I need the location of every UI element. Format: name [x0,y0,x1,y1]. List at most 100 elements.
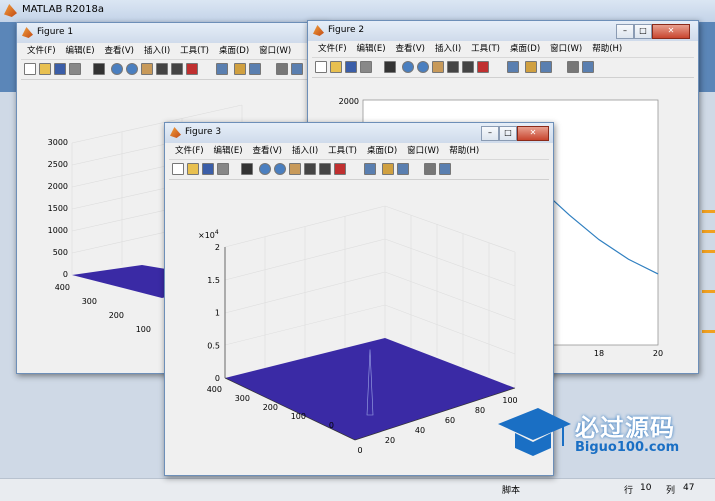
menu-item[interactable]: 工具(T) [180,44,209,59]
figure3-canvas: ×104 0 0.5 1 1.5 2 400 300 200 100 0 0 20 40 60 80 100 [170,180,548,470]
menu-item[interactable]: 工具(T) [328,144,357,159]
matlab-title: MATLAB R2018a [22,4,105,15]
figure3-toolbar [169,160,549,180]
zoom-in-icon[interactable] [111,63,123,75]
menu-item[interactable]: 插入(I) [435,42,461,57]
brush-icon[interactable] [477,61,489,73]
figure1-title-bar[interactable]: Figure 1 [17,23,327,43]
minimize-button[interactable]: – [616,24,634,39]
zoom-out-icon[interactable] [126,63,138,75]
menu-item[interactable]: 查看(V) [253,144,282,159]
link-icon[interactable] [216,63,228,75]
menu-item[interactable]: 文件(F) [175,144,204,159]
menu-item[interactable]: 插入(I) [292,144,318,159]
minimize-button[interactable]: – [481,126,499,141]
close-button[interactable]: ✕ [652,24,690,39]
dock-icon[interactable] [291,63,303,75]
menu-item[interactable]: 窗口(W) [550,42,582,57]
pointer-icon[interactable] [384,61,396,73]
menu-item[interactable]: 桌面(D) [510,42,540,57]
close-button[interactable]: ✕ [517,126,549,141]
new-figure-icon[interactable] [172,163,184,175]
menu-item[interactable]: 桌面(D) [367,144,397,159]
figure3-menubar: 文件(F) 编辑(E) 查看(V) 插入(I) 工具(T) 桌面(D) 窗口(W) 帮助(H) [169,144,549,160]
menu-item[interactable]: 桌面(D) [219,44,249,59]
x-tick-label: 0 [357,446,362,455]
figure3-title-bar[interactable]: Figure 3 – □ ✕ [165,123,553,143]
z-tick-label: 3000 [48,138,68,147]
hide-tools-icon[interactable] [567,61,579,73]
pointer-icon[interactable] [93,63,105,75]
maximize-button[interactable]: □ [634,24,652,39]
legend-icon[interactable] [540,61,552,73]
y-tick-label: 400 [55,283,70,292]
data-cursor-icon[interactable] [171,63,183,75]
menu-item[interactable]: 插入(I) [144,44,170,59]
save-icon[interactable] [54,63,66,75]
maximize-button[interactable]: □ [499,126,517,141]
brush-icon[interactable] [186,63,198,75]
save-icon[interactable] [202,163,214,175]
menu-item[interactable]: 窗口(W) [407,144,439,159]
col-label: 列 [666,486,676,496]
y-tick-label: 0 [329,421,334,430]
menu-item[interactable]: 文件(F) [318,42,347,57]
new-figure-icon[interactable] [24,63,36,75]
watermark-logo: 必过源码 Biguo100.com [493,402,703,464]
brush-icon[interactable] [334,163,346,175]
menu-item[interactable]: 帮助(H) [449,144,479,159]
menu-item[interactable]: 文件(F) [27,44,56,59]
menu-item[interactable]: 编辑(E) [214,144,243,159]
x-tick-label: 20 [653,349,663,358]
zoom-in-icon[interactable] [259,163,271,175]
y-tick-label: 300 [82,297,97,306]
dock-icon[interactable] [582,61,594,73]
zoom-out-icon[interactable] [417,61,429,73]
zoom-out-icon[interactable] [274,163,286,175]
z-tick-label: 0 [215,374,220,383]
menu-item[interactable]: 查看(V) [396,42,425,57]
z-tick-label: 0 [63,270,68,279]
z-tick-label: 2000 [48,182,68,191]
menu-item[interactable]: 查看(V) [105,44,134,59]
menu-item[interactable]: 编辑(E) [66,44,95,59]
legend-icon[interactable] [397,163,409,175]
data-cursor-icon[interactable] [462,61,474,73]
print-icon[interactable] [217,163,229,175]
hide-tools-icon[interactable] [276,63,288,75]
pointer-icon[interactable] [241,163,253,175]
zoom-in-icon[interactable] [402,61,414,73]
link-icon[interactable] [507,61,519,73]
menu-item[interactable]: 窗口(W) [259,44,291,59]
colorbar-icon[interactable] [525,61,537,73]
rotate-icon[interactable] [304,163,316,175]
pan-icon[interactable] [141,63,153,75]
open-icon[interactable] [187,163,199,175]
print-icon[interactable] [360,61,372,73]
hide-tools-icon[interactable] [424,163,436,175]
legend-icon[interactable] [249,63,261,75]
new-figure-icon[interactable] [315,61,327,73]
menu-item[interactable]: 编辑(E) [357,42,386,57]
open-icon[interactable] [330,61,342,73]
rotate-icon[interactable] [447,61,459,73]
dock-icon[interactable] [439,163,451,175]
print-icon[interactable] [69,63,81,75]
data-cursor-icon[interactable] [319,163,331,175]
link-icon[interactable] [364,163,376,175]
status-script-label: 脚本 [502,486,521,496]
menu-item[interactable]: 帮助(H) [592,42,622,57]
rotate-icon[interactable] [156,63,168,75]
colorbar-icon[interactable] [234,63,246,75]
colorbar-icon[interactable] [382,163,394,175]
editor-marker [702,210,715,213]
open-icon[interactable] [39,63,51,75]
figure2-title-bar[interactable]: Figure 2 – □ ✕ [308,21,698,41]
menu-item[interactable]: 工具(T) [471,42,500,57]
pan-icon[interactable] [432,61,444,73]
z-tick-label: 2500 [48,160,68,169]
col-value: 47 [683,483,695,493]
save-icon[interactable] [345,61,357,73]
figure3-plot: ×104 00.511.524003002001000020406080100 [198,205,518,455]
pan-icon[interactable] [289,163,301,175]
